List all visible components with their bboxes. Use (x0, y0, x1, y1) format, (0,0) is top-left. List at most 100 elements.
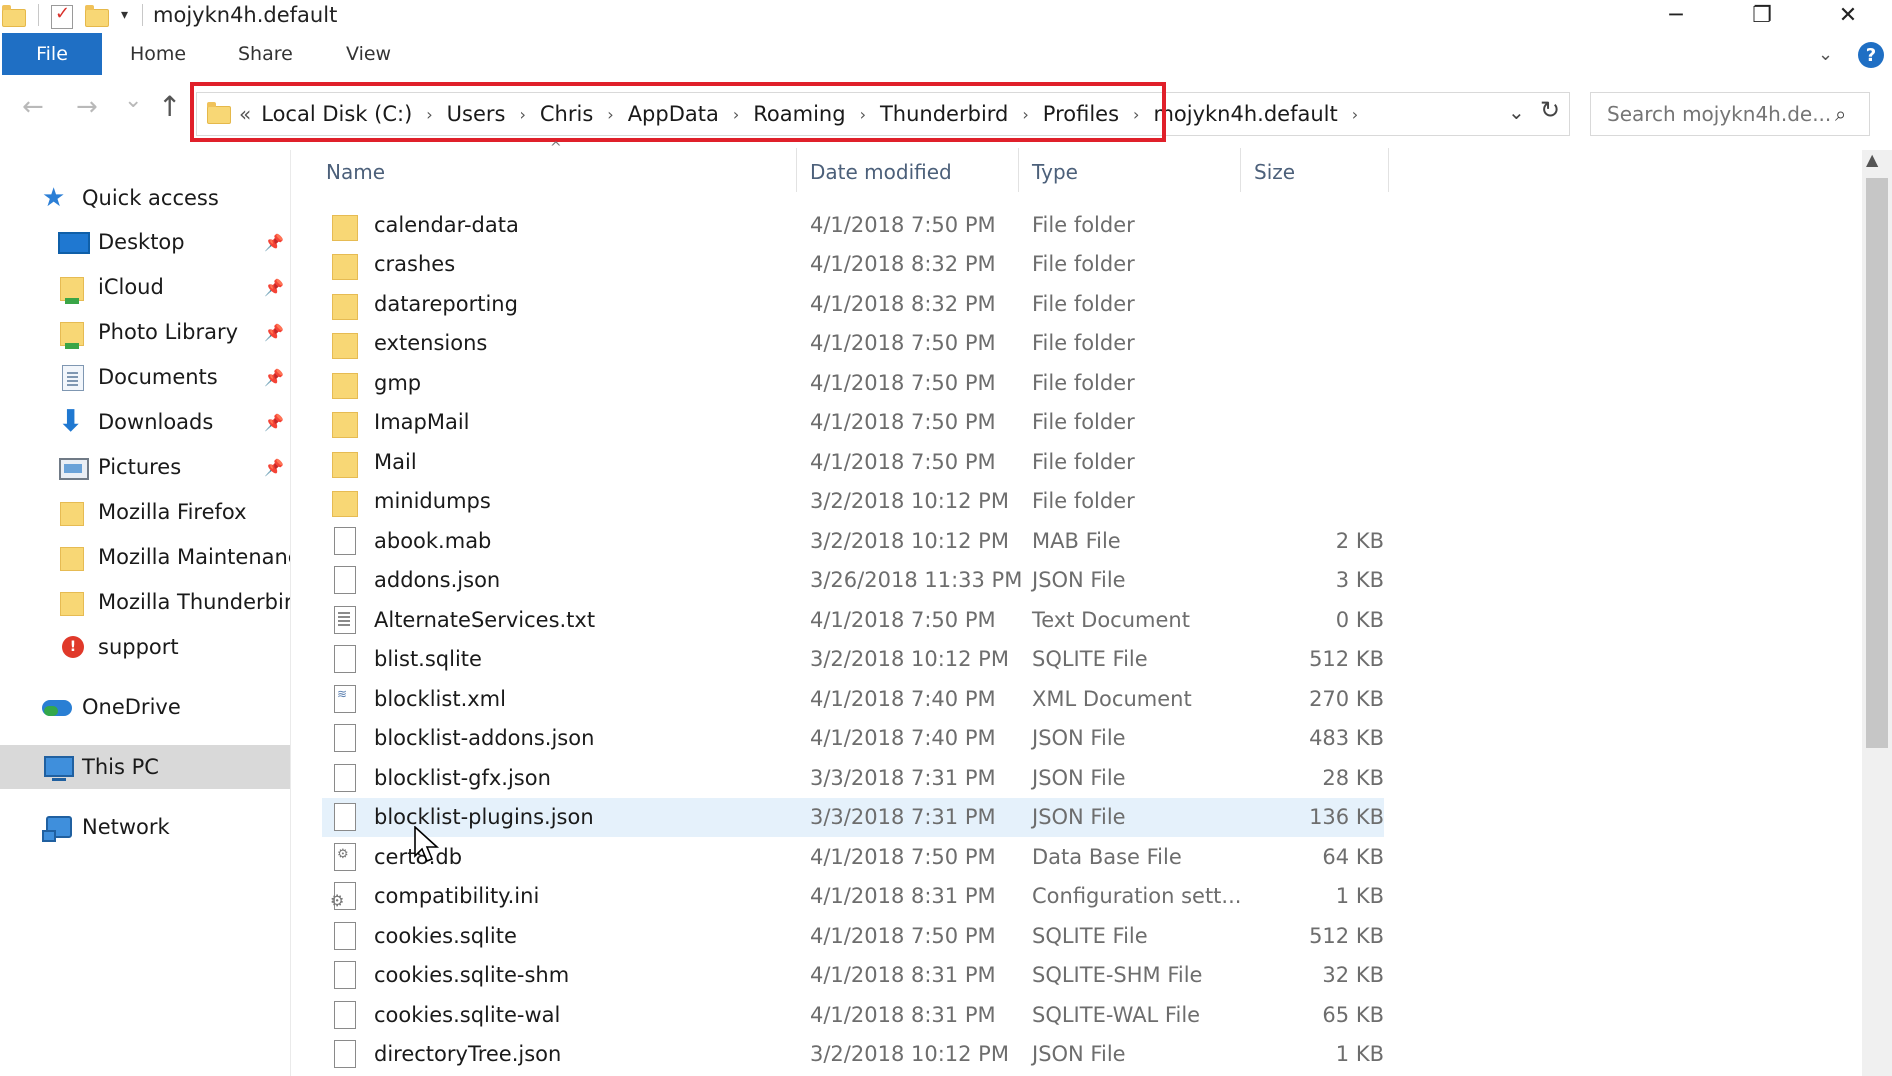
file-row[interactable]: addons.json 3/26/2018 11:33 PM JSON File 3 … (322, 561, 1384, 600)
file-row[interactable]: blist.sqlite 3/2/2018 10:12 PM SQLITE File… (322, 640, 1384, 679)
back-button[interactable]: ← (22, 92, 44, 122)
up-button[interactable]: ↑ (158, 90, 181, 123)
file-name-cell[interactable]: cookies.sqlite-wal (322, 995, 792, 1034)
file-name-cell[interactable]: ImapMail (322, 403, 792, 442)
file-name-cell[interactable]: minidumps (322, 482, 792, 521)
expand-ribbon-chevron-icon[interactable]: ⌄ (1818, 44, 1833, 65)
file-name-cell[interactable]: blocklist-gfx.json (322, 758, 792, 797)
close-button[interactable]: ✕ (1808, 0, 1888, 30)
scroll-up-chevron-icon[interactable]: ▲ (1866, 150, 1878, 169)
breadcrumb-separator-icon[interactable]: › (1352, 105, 1358, 124)
address-dropdown-chevron-icon[interactable]: ⌄ (1508, 100, 1525, 124)
file-name-cell[interactable]: blocklist.xml (322, 679, 792, 718)
file-name-cell[interactable]: AlternateServices.txt (322, 600, 792, 639)
file-row[interactable]: blocklist-plugins.json 3/3/2018 7:31 PM JS… (322, 797, 1384, 837)
file-name-cell[interactable]: calendar-data (322, 205, 792, 244)
column-header-size[interactable]: Size (1254, 150, 1295, 194)
column-divider[interactable] (796, 148, 797, 192)
file-name-cell[interactable]: cookies.sqlite-shm (322, 956, 792, 995)
sidebar-item-mozilla-firefox[interactable]: Mozilla Firefox (0, 490, 290, 534)
pin-icon[interactable]: 📌 (264, 233, 284, 252)
file-row[interactable]: Mail 4/1/2018 7:50 PM File folder (322, 442, 1384, 481)
file-name-cell[interactable]: blocklist-addons.json (322, 719, 792, 758)
file-row[interactable]: directoryTree.json 3/2/2018 10:12 PM JSON … (322, 1035, 1384, 1074)
pin-icon[interactable]: 📌 (264, 278, 284, 297)
file-name-cell[interactable]: abook.mab (322, 521, 792, 560)
sidebar-item-photo-library[interactable]: Photo Library 📌 (0, 310, 290, 354)
file-row[interactable]: ImapMail 4/1/2018 7:50 PM File folder (322, 403, 1384, 442)
file-name-cell[interactable]: Mail (322, 442, 792, 481)
column-divider[interactable] (1018, 148, 1019, 192)
properties-icon[interactable]: ✓ (49, 3, 73, 29)
file-row[interactable]: cert8.db 4/1/2018 7:50 PM Data Base File 64… (322, 837, 1384, 876)
pin-icon[interactable]: 📌 (264, 323, 284, 342)
file-size: 512 KB (1309, 647, 1384, 671)
sidebar-item-label: Pictures (98, 455, 182, 479)
file-row[interactable]: AlternateServices.txt 4/1/2018 7:50 PM Tex… (322, 600, 1384, 639)
file-name-cell[interactable]: addons.json (322, 561, 792, 600)
file-name-cell[interactable]: compatibility.ini (322, 877, 792, 916)
file-row[interactable]: abook.mab 3/2/2018 10:12 PM MAB File 2 KB (322, 521, 1384, 560)
column-header-type[interactable]: Type (1032, 150, 1078, 194)
sidebar-item-pictures[interactable]: Pictures 📌 (0, 445, 290, 489)
sidebar-item-documents[interactable]: Documents 📌 (0, 355, 290, 399)
sidebar-item-downloads[interactable]: ⬇ Downloads 📌 (0, 400, 290, 444)
file-name-cell[interactable]: cookies.sqlite (322, 916, 792, 955)
forward-button[interactable]: → (76, 92, 98, 122)
file-row[interactable]: minidumps 3/2/2018 10:12 PM File folder (322, 482, 1384, 521)
sidebar-item-onedrive[interactable]: OneDrive (0, 685, 290, 729)
restore-button[interactable]: ❐ (1722, 0, 1802, 30)
sidebar-item-icloud[interactable]: iCloud 📌 (0, 265, 290, 309)
file-row[interactable]: blocklist-gfx.json 3/3/2018 7:31 PM JSON F… (322, 758, 1384, 797)
scrollbar-thumb[interactable] (1866, 178, 1888, 748)
sidebar-item-this-pc[interactable]: This PC (0, 745, 290, 789)
column-header-name[interactable]: Name (326, 150, 385, 194)
file-name-cell[interactable]: blocklist-plugins.json (322, 798, 792, 837)
file-row[interactable]: gmp 4/1/2018 7:50 PM File folder (322, 363, 1384, 402)
refresh-icon[interactable]: ↻ (1540, 96, 1560, 124)
tab-file[interactable]: File (2, 33, 102, 75)
file-row[interactable]: extensions 4/1/2018 7:50 PM File folder (322, 324, 1384, 363)
file-row[interactable]: calendar-data 4/1/2018 7:50 PM File folder (322, 205, 1384, 244)
breadcrumb-current-folder[interactable]: mojykn4h.default (1153, 102, 1337, 126)
customize-toolbar-chevron-icon[interactable]: ▾ (121, 7, 128, 23)
column-divider[interactable] (1240, 148, 1241, 192)
sidebar-item-network[interactable]: Network (0, 805, 290, 849)
pin-icon[interactable]: 📌 (264, 413, 284, 432)
file-name: gmp (374, 370, 422, 395)
file-row[interactable]: blocklist-addons.json 4/1/2018 7:40 PM JSO… (322, 719, 1384, 758)
file-row[interactable]: cookies.sqlite 4/1/2018 7:50 PM SQLITE Fil… (322, 916, 1384, 955)
column-header-date-modified[interactable]: Date modified (810, 150, 952, 194)
file-name-cell[interactable]: cert8.db (322, 837, 792, 876)
file-row[interactable]: cookies.sqlite-wal 4/1/2018 8:31 PM SQLITE… (322, 995, 1384, 1034)
sidebar-item-quick-access[interactable]: ★ Quick access (42, 176, 332, 220)
file-name-cell[interactable]: directoryTree.json (322, 1035, 792, 1074)
file-name-cell[interactable]: extensions (322, 324, 792, 363)
column-divider[interactable] (1388, 148, 1389, 192)
search-icon[interactable]: ⌕ (1835, 102, 1846, 126)
pin-icon[interactable]: 📌 (264, 368, 284, 387)
sidebar-item-mozilla-maintenance[interactable]: Mozilla Maintenance Service (0, 535, 290, 579)
file-name-cell[interactable]: datareporting (322, 284, 792, 323)
sidebar-item-mozilla-thunderbird[interactable]: Mozilla Thunderbird (0, 580, 290, 624)
file-row[interactable]: compatibility.ini 4/1/2018 8:31 PM Configu… (322, 877, 1384, 916)
recent-locations-chevron-icon[interactable]: ⌄ (124, 88, 142, 113)
file-row[interactable]: datareporting 4/1/2018 8:32 PM File folder (322, 284, 1384, 323)
search-box[interactable]: ⌕ (1590, 92, 1870, 136)
new-folder-icon[interactable] (85, 3, 109, 27)
file-name-cell[interactable]: crashes (322, 245, 792, 284)
file-row[interactable]: cookies.sqlite-shm 4/1/2018 8:31 PM SQLITE… (322, 956, 1384, 995)
tab-share[interactable]: Share (238, 33, 293, 75)
search-input[interactable] (1605, 101, 1835, 127)
sidebar-item-support[interactable]: ! support (0, 625, 290, 669)
pin-icon[interactable]: 📌 (264, 458, 284, 477)
help-icon[interactable]: ? (1858, 42, 1884, 68)
file-name-cell[interactable]: gmp (322, 363, 792, 402)
tab-home[interactable]: Home (130, 33, 186, 75)
file-row[interactable]: blocklist.xml 4/1/2018 7:40 PM XML Documen… (322, 679, 1384, 718)
file-name-cell[interactable]: blist.sqlite (322, 640, 792, 679)
file-row[interactable]: crashes 4/1/2018 8:32 PM File folder (322, 245, 1384, 284)
sidebar-item-desktop[interactable]: Desktop 📌 (0, 220, 290, 264)
minimize-button[interactable]: ─ (1636, 0, 1716, 30)
tab-view[interactable]: View (346, 33, 391, 75)
